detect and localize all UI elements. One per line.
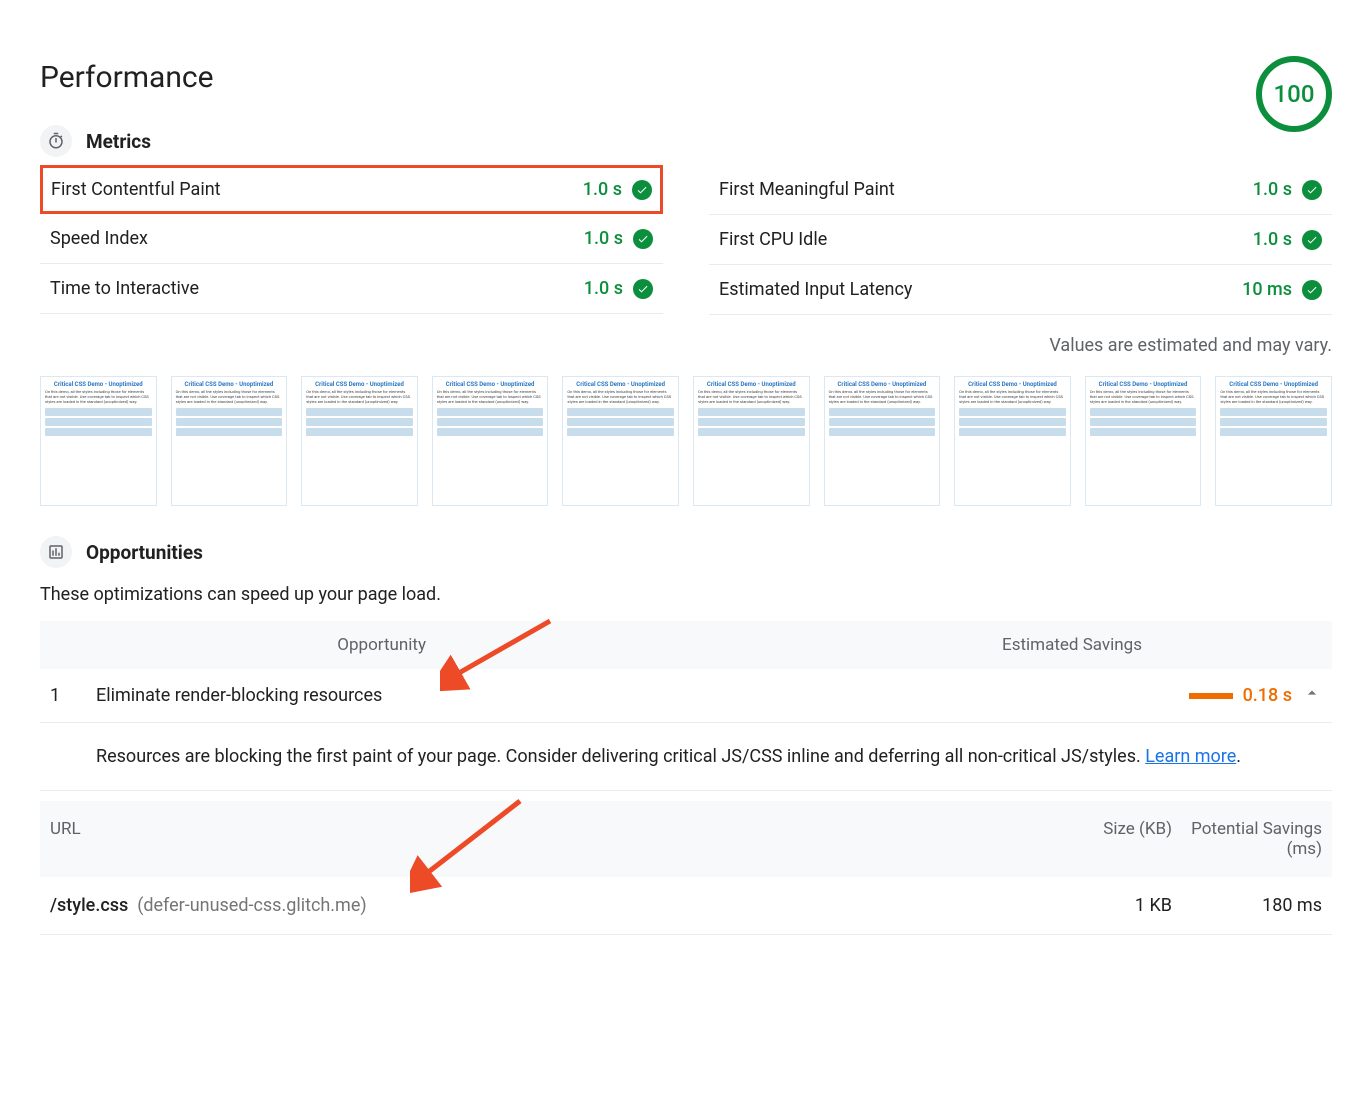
- opportunity-value: 0.18 s: [1243, 685, 1292, 706]
- metrics-footnote: Values are estimated and may vary.: [40, 335, 1332, 356]
- filmstrip-frame: Critical CSS Demo - UnoptimizedOn this d…: [40, 376, 157, 506]
- metric-name: Estimated Input Latency: [719, 279, 912, 300]
- filmstrip-frame: Critical CSS Demo - UnoptimizedOn this d…: [1085, 376, 1202, 506]
- opportunities-description: These optimizations can speed up your pa…: [40, 584, 1332, 605]
- size-column-label: Size (KB): [1032, 819, 1172, 859]
- check-icon: [1302, 180, 1322, 200]
- check-icon: [1302, 230, 1322, 250]
- resource-size: 1 KB: [1032, 895, 1172, 916]
- opportunity-column-label: Opportunity: [96, 635, 426, 655]
- resource-host: (defer-unused-css.glitch.me): [137, 895, 366, 916]
- metrics-section-header: Metrics: [40, 125, 214, 157]
- metric-value: 1.0 s: [584, 228, 623, 249]
- check-icon: [633, 229, 653, 249]
- filmstrip-frame: Critical CSS Demo - UnoptimizedOn this d…: [1215, 376, 1332, 506]
- resource-path: /style.css: [50, 895, 128, 916]
- stopwatch-icon: [40, 125, 72, 157]
- performance-score: 100: [1256, 56, 1332, 132]
- metric-row[interactable]: Time to Interactive 1.0 s: [40, 264, 663, 314]
- metric-value: 1.0 s: [1253, 179, 1292, 200]
- metric-value: 10 ms: [1242, 279, 1292, 300]
- metric-name: First Meaningful Paint: [719, 179, 895, 200]
- metric-row[interactable]: Estimated Input Latency 10 ms: [709, 265, 1332, 315]
- filmstrip-frame: Critical CSS Demo - UnoptimizedOn this d…: [562, 376, 679, 506]
- metrics-label: Metrics: [86, 130, 151, 153]
- opportunity-name: Eliminate render-blocking resources: [96, 685, 1189, 706]
- opportunities-section-header: Opportunities: [40, 536, 1332, 568]
- filmstrip: Critical CSS Demo - UnoptimizedOn this d…: [40, 376, 1332, 506]
- opportunities-label: Opportunities: [86, 541, 203, 564]
- resource-savings: 180 ms: [1172, 895, 1322, 916]
- opportunity-row[interactable]: 1 Eliminate render-blocking resources 0.…: [40, 669, 1332, 723]
- metric-row[interactable]: Speed Index 1.0 s: [40, 214, 663, 264]
- opportunities-icon: [40, 536, 72, 568]
- metric-row[interactable]: First CPU Idle 1.0 s: [709, 215, 1332, 265]
- check-icon: [633, 279, 653, 299]
- metrics-grid: First Contentful Paint 1.0 s Speed Index 1.…: [40, 165, 1332, 315]
- filmstrip-frame: Critical CSS Demo - UnoptimizedOn this d…: [693, 376, 810, 506]
- url-column-label: URL: [50, 819, 1032, 859]
- filmstrip-frame: Critical CSS Demo - UnoptimizedOn this d…: [171, 376, 288, 506]
- potential-savings-column-label: Potential Savings (ms): [1172, 819, 1322, 859]
- metric-value: 1.0 s: [584, 278, 623, 299]
- metric-name: Time to Interactive: [50, 278, 199, 299]
- metric-name: First CPU Idle: [719, 229, 827, 250]
- page-title: Performance: [40, 60, 214, 95]
- filmstrip-frame: Critical CSS Demo - UnoptimizedOn this d…: [824, 376, 941, 506]
- learn-more-link[interactable]: Learn more: [1145, 746, 1236, 767]
- metric-name: Speed Index: [50, 228, 148, 249]
- filmstrip-frame: Critical CSS Demo - UnoptimizedOn this d…: [301, 376, 418, 506]
- metric-value: 1.0 s: [583, 179, 622, 200]
- opportunities-table-header: Opportunity Estimated Savings: [40, 621, 1332, 669]
- metric-row[interactable]: First Contentful Paint 1.0 s: [40, 165, 663, 214]
- metric-name: First Contentful Paint: [51, 179, 221, 200]
- resource-row: /style.css (defer-unused-css.glitch.me) …: [40, 877, 1332, 935]
- metric-row[interactable]: First Meaningful Paint 1.0 s: [709, 165, 1332, 215]
- filmstrip-frame: Critical CSS Demo - UnoptimizedOn this d…: [954, 376, 1071, 506]
- check-icon: [1302, 280, 1322, 300]
- savings-bar: [1189, 693, 1233, 699]
- filmstrip-frame: Critical CSS Demo - UnoptimizedOn this d…: [432, 376, 549, 506]
- metric-value: 1.0 s: [1253, 229, 1292, 250]
- chevron-up-icon[interactable]: [1302, 683, 1322, 708]
- check-icon: [632, 180, 652, 200]
- savings-column-label: Estimated Savings: [426, 635, 1322, 655]
- resources-table-header: URL Size (KB) Potential Savings (ms): [40, 801, 1332, 877]
- opportunity-number: 1: [50, 685, 96, 706]
- opportunity-detail: Resources are blocking the first paint o…: [40, 723, 1332, 791]
